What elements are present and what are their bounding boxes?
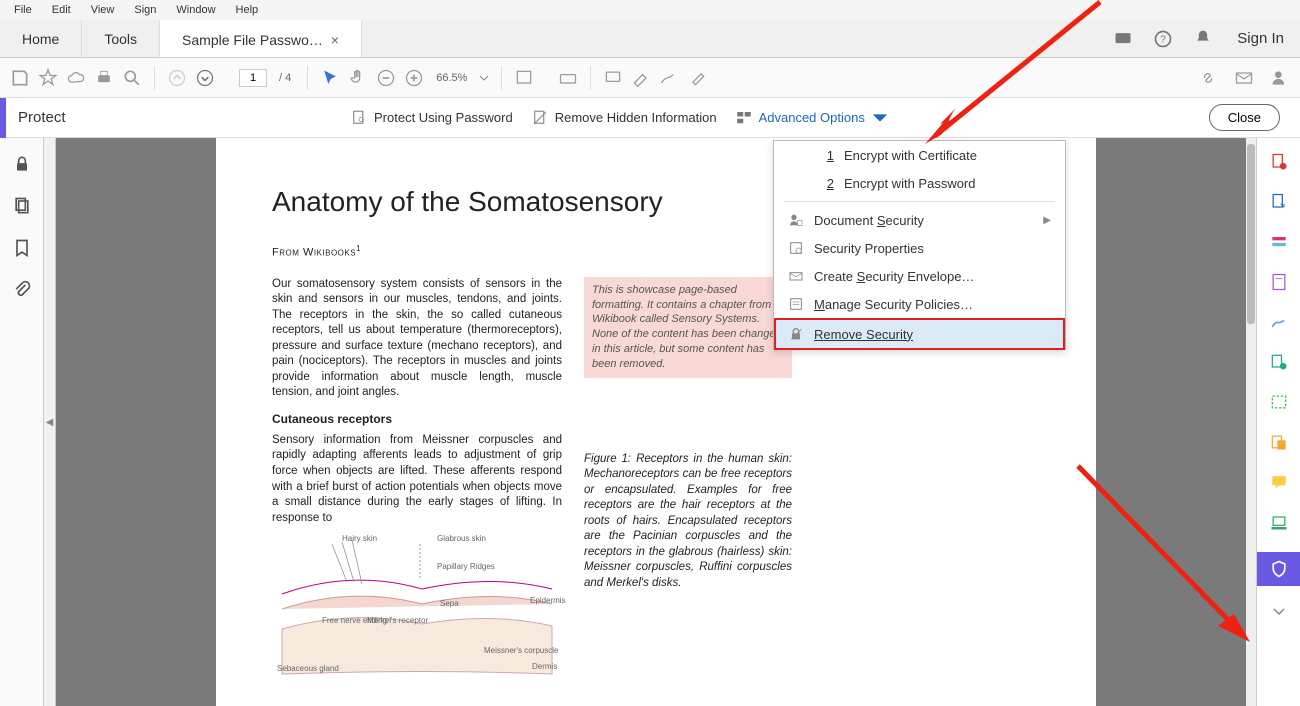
protect-title: Protect xyxy=(6,109,66,126)
menu-view[interactable]: View xyxy=(81,2,125,18)
menu-sign[interactable]: Sign xyxy=(124,2,166,18)
page-down-icon[interactable] xyxy=(195,68,215,88)
fit-width-icon[interactable] xyxy=(514,68,534,88)
zoom-level[interactable]: 66.5% xyxy=(432,72,471,84)
edit-pdf-icon[interactable] xyxy=(1269,232,1289,252)
doc-column-right: This is showcase page-based formatting. … xyxy=(584,277,792,684)
doc-info-box: This is showcase page-based formatting. … xyxy=(584,277,792,378)
menu-encrypt-password[interactable]: 2Encrypt with Password xyxy=(774,169,1065,197)
create-pdf-icon[interactable] xyxy=(1269,152,1289,172)
expand-tools-icon[interactable] xyxy=(1272,606,1286,616)
divider xyxy=(590,66,591,90)
right-tool-rail xyxy=(1256,138,1300,706)
mail-icon[interactable] xyxy=(1234,68,1254,88)
submenu-arrow-icon: ▶ xyxy=(1043,215,1051,226)
erase-icon[interactable] xyxy=(687,68,707,88)
save-icon[interactable] xyxy=(10,68,30,88)
remove-hidden-button[interactable]: Remove Hidden Information xyxy=(531,109,717,127)
pointer-icon[interactable] xyxy=(320,68,340,88)
comment-tool-icon[interactable] xyxy=(1269,472,1289,492)
advanced-options-label: Advanced Options xyxy=(759,110,865,125)
sign-icon[interactable] xyxy=(1269,312,1289,332)
scan-icon[interactable] xyxy=(1269,512,1289,532)
tabbar: Home Tools Sample File Passwo… × ? Sign … xyxy=(0,20,1300,58)
scroll-thumb[interactable] xyxy=(1247,144,1255,324)
tab-document[interactable]: Sample File Passwo… × xyxy=(160,20,362,57)
attachment-icon[interactable] xyxy=(12,280,32,300)
divider xyxy=(154,66,155,90)
document-viewport[interactable]: Anatomy of the Somatosensory From Wikibo… xyxy=(56,138,1256,706)
export-pdf-icon[interactable] xyxy=(1269,192,1289,212)
tab-document-label: Sample File Passwo… xyxy=(182,32,323,48)
menu-separator xyxy=(784,201,1055,202)
protect-password-button[interactable]: Protect Using Password xyxy=(350,109,513,127)
menu-remove-security[interactable]: Remove Security xyxy=(774,318,1065,350)
doc-column-left: Our somatosensory system consists of sen… xyxy=(272,277,562,684)
menu-manage-policies[interactable]: Manage Security Policies… xyxy=(774,290,1065,318)
protect-password-label: Protect Using Password xyxy=(374,110,513,125)
zoom-out-icon[interactable] xyxy=(376,68,396,88)
menu-window[interactable]: Window xyxy=(166,2,225,18)
bell-icon[interactable] xyxy=(1193,29,1213,49)
person-icon[interactable] xyxy=(1270,68,1290,88)
close-protect-button[interactable]: Close xyxy=(1209,104,1280,131)
hand-icon[interactable] xyxy=(348,68,368,88)
compress-icon[interactable] xyxy=(1269,432,1289,452)
menu-document-security[interactable]: Document Security ▶ xyxy=(774,206,1065,234)
page-up-icon[interactable] xyxy=(167,68,187,88)
menu-security-properties[interactable]: Security Properties xyxy=(774,234,1065,262)
zoom-in-icon[interactable] xyxy=(404,68,424,88)
menubar: File Edit View Sign Window Help xyxy=(0,0,1300,20)
left-nav-rail xyxy=(0,138,44,706)
bookmark-icon[interactable] xyxy=(12,238,32,258)
highlight-icon[interactable] xyxy=(631,68,651,88)
protect-tool-button[interactable] xyxy=(1257,552,1300,586)
remove-hidden-label: Remove Hidden Information xyxy=(555,110,717,125)
draw-icon[interactable] xyxy=(659,68,679,88)
keyboard-icon[interactable] xyxy=(558,68,578,88)
advanced-options-menu: 1Encrypt with Certificate 2Encrypt with … xyxy=(773,140,1066,350)
menu-create-envelope[interactable]: Create Security Envelope… xyxy=(774,262,1065,290)
page-number-input[interactable] xyxy=(239,69,267,87)
close-tab-icon[interactable]: × xyxy=(331,32,339,48)
signin-button[interactable]: Sign In xyxy=(1233,30,1288,47)
organize-icon[interactable] xyxy=(1269,272,1289,292)
collapse-left-button[interactable]: ◀ xyxy=(44,138,56,706)
chevron-down-icon xyxy=(871,109,889,127)
star-icon[interactable] xyxy=(38,68,58,88)
comment-icon[interactable] xyxy=(603,68,623,88)
page-total: / 4 xyxy=(275,72,295,84)
doc-figure: Hairy skin Glabrous skin Papillary Ridge… xyxy=(272,534,562,684)
print-icon[interactable] xyxy=(94,68,114,88)
zoom-dropdown-icon[interactable] xyxy=(479,73,489,83)
divider xyxy=(307,66,308,90)
pages-icon[interactable] xyxy=(12,196,32,216)
menu-edit[interactable]: Edit xyxy=(42,2,81,18)
advanced-options-button[interactable]: Advanced Options xyxy=(735,109,889,127)
menu-file[interactable]: File xyxy=(4,2,42,18)
vertical-scrollbar[interactable] xyxy=(1246,138,1256,706)
divider xyxy=(501,66,502,90)
help-icon[interactable]: ? xyxy=(1153,29,1173,49)
combine-icon[interactable] xyxy=(1269,352,1289,372)
link-icon[interactable] xyxy=(1198,68,1218,88)
doc-fig-caption: Figure 1: Receptors in the human skin: M… xyxy=(584,452,792,592)
menu-encrypt-certificate[interactable]: 1Encrypt with Certificate xyxy=(774,141,1065,169)
redact-icon[interactable] xyxy=(1269,392,1289,412)
lock-icon[interactable] xyxy=(12,154,32,174)
tab-tools[interactable]: Tools xyxy=(82,20,160,57)
cloud-icon[interactable] xyxy=(66,68,86,88)
protect-toolbar: Protect Protect Using Password Remove Hi… xyxy=(0,98,1300,138)
menu-help[interactable]: Help xyxy=(226,2,269,18)
toolbar: / 4 66.5% xyxy=(0,58,1300,98)
notifications-icon[interactable] xyxy=(1113,29,1133,49)
search-icon[interactable] xyxy=(122,68,142,88)
tab-home[interactable]: Home xyxy=(0,20,82,57)
svg-text:?: ? xyxy=(1161,34,1167,45)
